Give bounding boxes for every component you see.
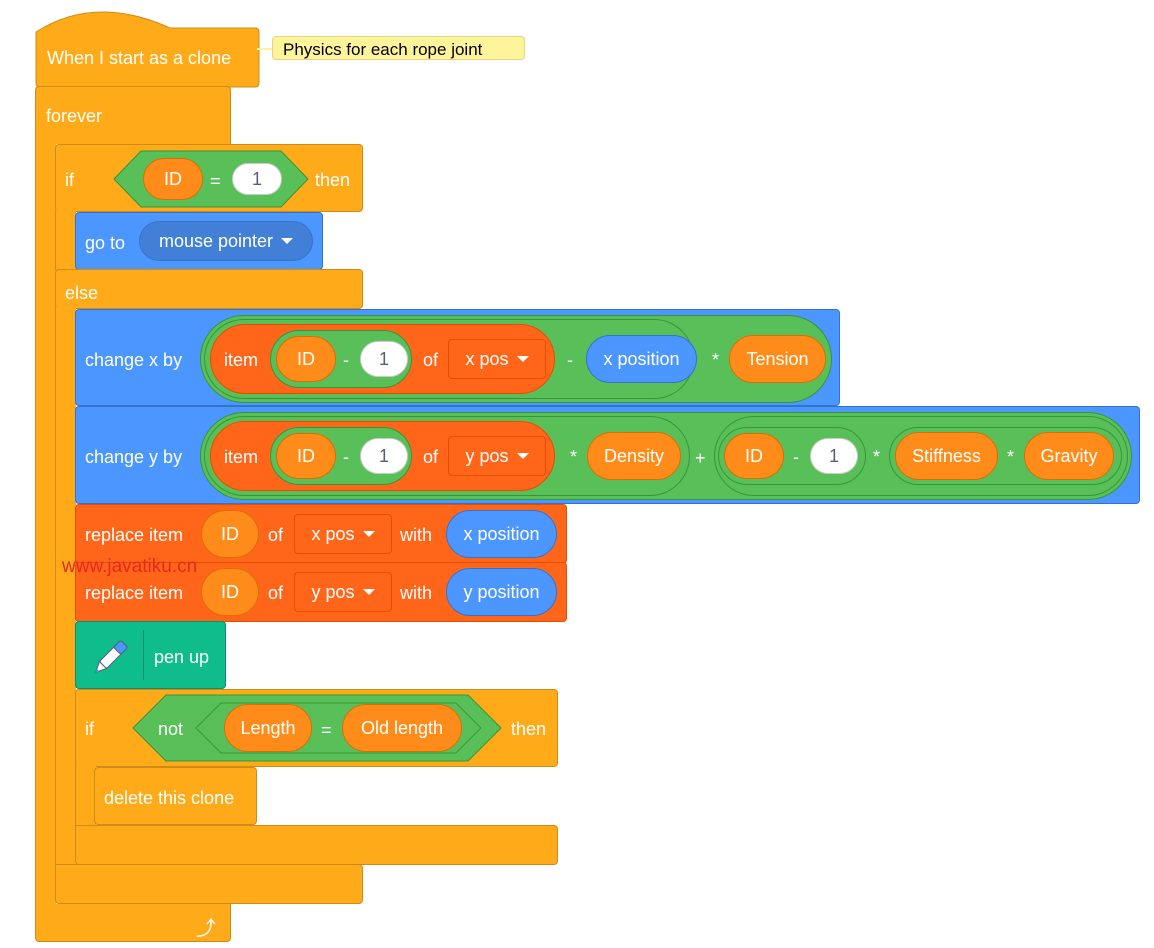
comment-text: Physics for each rope joint <box>283 40 483 59</box>
dropdown-caret-icon <box>516 453 529 459</box>
dropdown-caret-icon <box>362 531 375 537</box>
dropdown-caret-icon <box>516 356 529 362</box>
list-dropdown-value: y pos <box>465 445 509 466</box>
minus-operator: - <box>793 447 799 467</box>
density-variable[interactable]: Density <box>587 432 681 480</box>
if-arm <box>55 210 76 270</box>
hat-block-label[interactable]: When I start as a clone <box>47 49 231 67</box>
if-label: if <box>65 170 74 190</box>
list-dropdown[interactable]: x pos <box>448 339 546 379</box>
list-dropdown[interactable]: x pos <box>294 514 392 554</box>
hat-block-shape <box>35 11 260 88</box>
dropdown-caret-icon <box>362 589 375 595</box>
else-section <box>55 269 363 309</box>
id-variable[interactable]: ID <box>201 568 259 616</box>
minus-operator: - <box>567 350 573 370</box>
plus-operator: + <box>695 448 706 468</box>
dropdown-caret-icon <box>281 238 294 244</box>
number-input[interactable]: 1 <box>232 163 282 195</box>
not-label: not <box>158 719 184 739</box>
times-operator: * <box>1007 447 1015 467</box>
y-position-reporter[interactable]: y position <box>446 568 557 616</box>
pen-icon <box>95 640 128 673</box>
minus-operator: - <box>343 350 349 370</box>
else-arm <box>55 307 76 867</box>
id-variable[interactable]: ID <box>724 433 784 479</box>
list-dropdown-value: y pos <box>311 581 355 602</box>
if-arm <box>75 765 96 827</box>
go-to-target-dropdown[interactable]: mouse pointer <box>139 221 313 261</box>
if-else-block-bottom <box>55 864 363 904</box>
pen-divider <box>143 630 144 680</box>
of-label: of <box>268 525 284 545</box>
minus-operator: - <box>343 447 349 467</box>
comment-note[interactable]: Physics for each rope joint <box>272 36 525 60</box>
forever-label: forever <box>46 106 103 126</box>
of-label: of <box>423 447 439 467</box>
gravity-variable[interactable]: Gravity <box>1024 432 1114 480</box>
equals-operator: = <box>321 720 332 740</box>
change-x-label: change x by <box>85 350 183 370</box>
id-variable[interactable]: ID <box>201 510 259 558</box>
go-to-target-value: mouse pointer <box>158 230 274 251</box>
if-label: if <box>85 719 94 739</box>
list-dropdown[interactable]: y pos <box>448 436 546 476</box>
loop-arrow-icon: ⤴ <box>196 918 216 940</box>
list-dropdown-value: x pos <box>311 523 355 544</box>
replace-item-label: replace item <box>85 525 184 545</box>
change-y-label: change y by <box>85 447 183 467</box>
x-position-reporter[interactable]: x position <box>446 510 557 558</box>
item-label: item <box>224 350 259 370</box>
list-dropdown-value: x pos <box>465 348 509 369</box>
then-label: then <box>315 170 351 190</box>
with-label: with <box>400 583 433 603</box>
with-label: with <box>400 525 433 545</box>
list-dropdown[interactable]: y pos <box>294 572 392 612</box>
tension-variable[interactable]: Tension <box>729 335 826 383</box>
comment-connector <box>257 48 273 50</box>
stiffness-variable[interactable]: Stiffness <box>895 432 998 480</box>
times-operator: * <box>873 447 881 467</box>
of-label: of <box>423 350 439 370</box>
id-variable[interactable]: ID <box>276 433 336 479</box>
item-label: item <box>224 447 259 467</box>
number-input[interactable]: 1 <box>360 341 408 377</box>
watermark: www.javatiku.cn <box>62 556 198 577</box>
equals-operator: = <box>210 171 221 191</box>
x-position-reporter[interactable]: x position <box>586 335 697 383</box>
go-to-label: go to <box>85 233 126 253</box>
forever-block-arm <box>35 143 56 905</box>
then-label: then <box>511 719 547 739</box>
pen-up-label: pen up <box>154 647 210 667</box>
id-variable[interactable]: ID <box>276 336 336 382</box>
number-input[interactable]: 1 <box>810 438 858 474</box>
id-variable[interactable]: ID <box>143 158 203 200</box>
else-label: else <box>65 283 99 303</box>
old-length-variable[interactable]: Old length <box>342 704 462 752</box>
replace-item-label: replace item <box>85 583 184 603</box>
length-variable[interactable]: Length <box>224 704 312 752</box>
number-input[interactable]: 1 <box>360 438 408 474</box>
if-block-bottom <box>75 825 558 865</box>
times-operator: * <box>712 350 720 370</box>
delete-this-clone-label: delete this clone <box>104 788 235 808</box>
times-operator: * <box>570 447 578 467</box>
of-label: of <box>268 583 284 603</box>
